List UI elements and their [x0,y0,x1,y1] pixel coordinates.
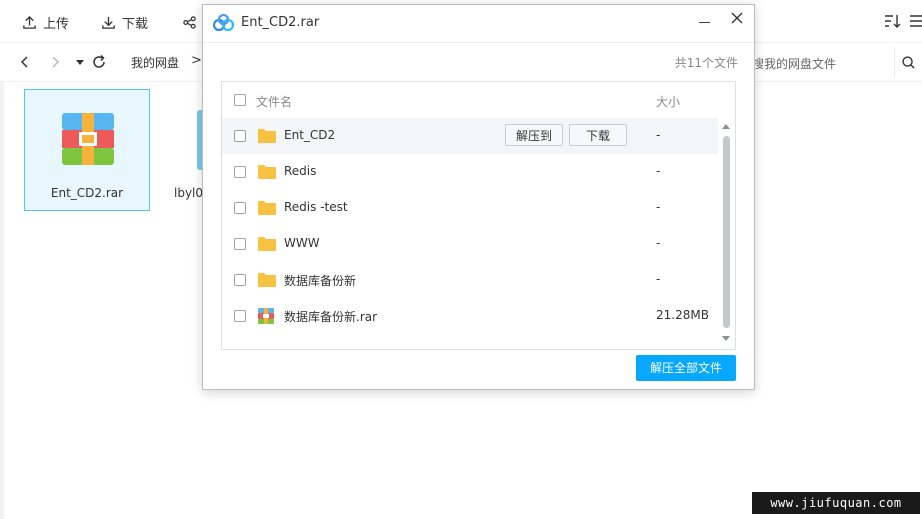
minimize-button[interactable] [699,22,710,23]
row-name: 数据库备份新.rar [284,310,378,324]
left-edge [0,82,4,519]
file-tile-ent-cd2[interactable]: Ent_CD2.rar [24,89,150,211]
row-size: - [656,236,661,250]
row-checkbox[interactable] [234,202,246,214]
back-icon[interactable] [17,54,33,70]
row-checkbox[interactable] [234,238,246,250]
folder-icon [258,165,276,179]
row-download-button[interactable]: 下载 [569,124,627,146]
download-label: 下载 [122,16,149,32]
row-size: - [656,200,661,214]
folder-icon [258,129,276,143]
scroll-down-arrow-icon[interactable] [722,336,730,341]
scroll-up-arrow-icon[interactable] [722,124,730,129]
select-all-checkbox[interactable] [234,94,246,106]
row-name: Redis -test [284,200,348,214]
search-divider [894,47,895,77]
list-item[interactable]: 数据库备份新.rar 21.28MB [222,298,718,334]
download-button[interactable]: 下载 [101,12,148,32]
search-icon[interactable] [901,55,916,70]
baidu-netdisk-logo-icon [213,14,235,32]
breadcrumb-separator: > [191,53,202,68]
row-name: Ent_CD2 [284,128,336,142]
list-item[interactable]: Redis -test - [222,190,718,226]
menu-icon[interactable] [908,13,922,29]
extract-all-button[interactable]: 解压全部文件 [636,355,736,381]
file-count: 共11个文件 [674,56,738,70]
history-dropdown-icon[interactable] [72,54,88,70]
rar-archive-icon [62,113,114,165]
upload-button[interactable]: 上传 [22,12,69,32]
sort-icon[interactable] [884,13,902,29]
file-name-partial[interactable]: lbyl0 [174,186,203,200]
list-header: 文件名 大小 [222,82,735,118]
archive-file-list: 文件名 大小 Ent_CD2 解压到 下载 - Redis - Redis -t… [221,81,736,350]
share-button[interactable] [182,12,197,32]
folder-icon [258,237,276,251]
row-checkbox[interactable] [234,274,246,286]
list-item[interactable]: WWW - [222,226,718,262]
row-size: 21.28MB [656,308,709,322]
row-size: - [656,164,661,178]
close-icon[interactable] [729,10,745,26]
row-name: Redis [284,164,317,178]
folder-icon [258,273,276,287]
column-header-name: 文件名 [256,95,293,109]
row-size: - [656,128,661,142]
list-item[interactable]: Ent_CD2 解压到 下载 - [222,118,718,154]
folder-icon [258,201,276,215]
list-scrollbar[interactable] [719,118,734,349]
upload-label: 上传 [43,16,70,32]
archive-preview-dialog: Ent_CD2.rar 共11个文件 文件名 大小 Ent_CD2 解压到 下载… [202,4,755,390]
column-header-size: 大小 [656,95,681,109]
search-input[interactable]: 搜我的网盘文件 [752,55,836,72]
dialog-title: Ent_CD2.rar [241,15,320,30]
list-item[interactable]: 数据库备份新 - [222,262,718,298]
row-name: WWW [284,236,320,250]
row-checkbox[interactable] [234,166,246,178]
list-item[interactable]: Redis - [222,154,718,190]
watermark: www.jiufuquan.com [752,492,920,514]
rar-archive-icon [258,308,274,324]
scrollbar-thumb[interactable] [723,136,730,328]
breadcrumb-my-disk[interactable]: 我的网盘 [131,54,179,71]
dialog-header: Ent_CD2.rar [203,5,754,43]
row-checkbox[interactable] [234,310,246,322]
row-checkbox[interactable] [234,130,246,142]
forward-icon[interactable] [47,54,63,70]
refresh-icon[interactable] [91,54,107,70]
file-name: Ent_CD2.rar [50,186,124,200]
row-size: - [656,272,661,286]
share-icon [183,15,196,29]
row-name: 数据库备份新 [284,274,357,288]
upload-icon [23,15,36,29]
extract-to-button[interactable]: 解压到 [505,124,563,146]
download-icon [102,16,115,29]
